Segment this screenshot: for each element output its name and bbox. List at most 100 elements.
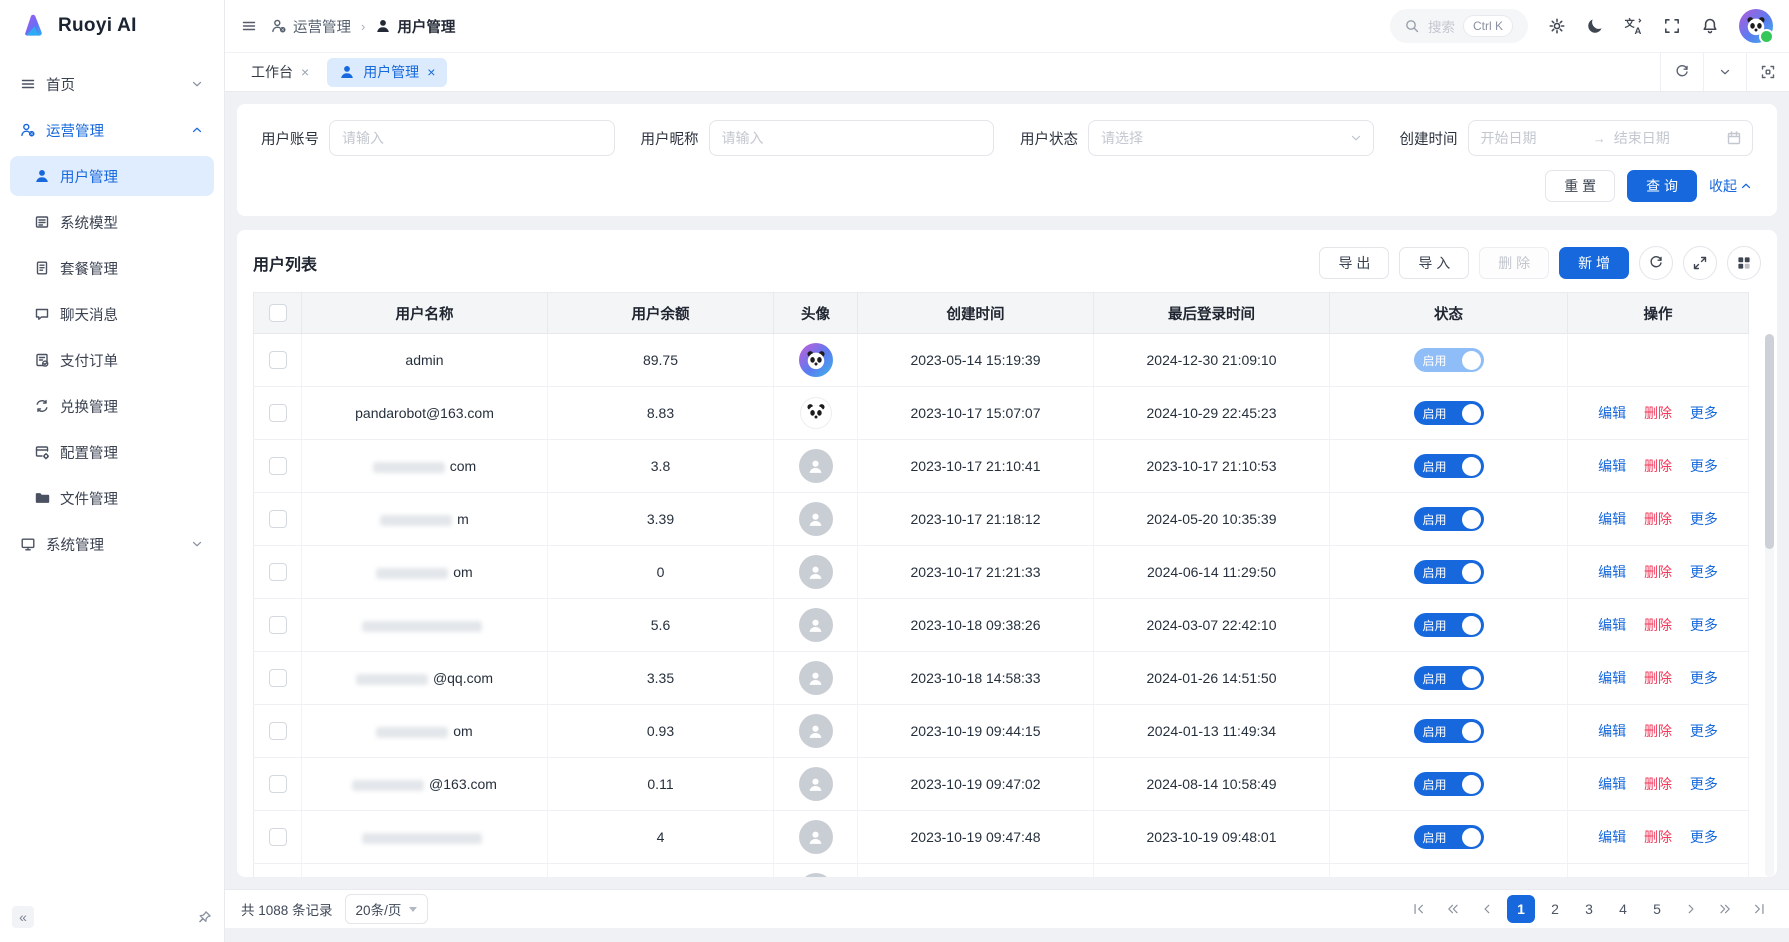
close-icon[interactable]: ×	[427, 64, 435, 80]
more-link[interactable]: 更多	[1690, 511, 1718, 527]
tab-workbench[interactable]: 工作台 ×	[239, 58, 321, 87]
status-toggle[interactable]: 启用	[1414, 772, 1484, 796]
edit-link[interactable]: 编辑	[1598, 776, 1626, 792]
table-scrollbar[interactable]	[1765, 334, 1774, 877]
more-link[interactable]: 更多	[1690, 723, 1718, 739]
edit-link[interactable]: 编辑	[1598, 564, 1626, 580]
more-link[interactable]: 更多	[1690, 829, 1718, 845]
status-toggle[interactable]: 启用	[1414, 401, 1484, 425]
pagination-page-5[interactable]: 5	[1643, 895, 1671, 923]
global-search[interactable]: 搜索 Ctrl K	[1390, 9, 1528, 43]
add-button[interactable]: 新 增	[1559, 247, 1629, 279]
sidebar-item-exchange-management[interactable]: 兑换管理	[10, 386, 214, 426]
delete-link[interactable]: 删除	[1644, 564, 1672, 580]
sidebar-collapse-button[interactable]: «	[12, 906, 34, 928]
status-toggle[interactable]: 启用	[1414, 507, 1484, 531]
status-toggle[interactable]: 启用	[1414, 560, 1484, 584]
sidebar-item-home[interactable]: 首页	[10, 64, 214, 104]
nickname-input[interactable]	[709, 120, 995, 156]
delete-link[interactable]: 删除	[1644, 723, 1672, 739]
tab-refresh-button[interactable]	[1660, 53, 1703, 91]
delete-link[interactable]: 删除	[1644, 776, 1672, 792]
row-checkbox[interactable]	[269, 404, 287, 422]
row-checkbox[interactable]	[269, 828, 287, 846]
sidebar-item-system-model[interactable]: 系统模型	[10, 202, 214, 242]
status-select[interactable]: 请选择	[1088, 120, 1374, 156]
language-icon[interactable]: 文A	[1624, 17, 1643, 36]
delete-button[interactable]: 删 除	[1479, 247, 1549, 279]
tab-menu-button[interactable]	[1703, 53, 1746, 91]
pin-icon[interactable]	[197, 910, 212, 925]
sidebar-item-chat-messages[interactable]: 聊天消息	[10, 294, 214, 334]
pagination-page-1[interactable]: 1	[1507, 895, 1535, 923]
status-toggle[interactable]: 启用	[1414, 666, 1484, 690]
delete-link[interactable]: 删除	[1644, 511, 1672, 527]
pagination-page-3[interactable]: 3	[1575, 895, 1603, 923]
expand-table-button[interactable]	[1683, 246, 1717, 280]
pagination-fwd5-button[interactable]	[1711, 895, 1739, 923]
more-link[interactable]: 更多	[1690, 405, 1718, 421]
more-link[interactable]: 更多	[1690, 564, 1718, 580]
more-link[interactable]: 更多	[1690, 458, 1718, 474]
more-link[interactable]: 更多	[1690, 670, 1718, 686]
reset-button[interactable]: 重 置	[1545, 170, 1615, 202]
notifications-icon[interactable]	[1701, 17, 1719, 35]
status-toggle[interactable]: 启用	[1414, 825, 1484, 849]
sidebar-item-config-management[interactable]: 配置管理	[10, 432, 214, 472]
edit-link[interactable]: 编辑	[1598, 458, 1626, 474]
theme-moon-icon[interactable]	[1586, 17, 1604, 35]
pagination-prev-button[interactable]	[1473, 895, 1501, 923]
tab-user-management[interactable]: 用户管理 ×	[327, 58, 447, 87]
pagination-first-button[interactable]	[1405, 895, 1433, 923]
pagination-next-button[interactable]	[1677, 895, 1705, 923]
delete-link[interactable]: 删除	[1644, 670, 1672, 686]
edit-link[interactable]: 编辑	[1598, 617, 1626, 633]
tab-fullscreen-button[interactable]	[1746, 53, 1789, 91]
brand[interactable]: Ruoyi AI	[0, 0, 224, 52]
edit-link[interactable]: 编辑	[1598, 405, 1626, 421]
pagination-back5-button[interactable]	[1439, 895, 1467, 923]
fullscreen-icon[interactable]	[1663, 17, 1681, 35]
row-checkbox[interactable]	[269, 351, 287, 369]
edit-link[interactable]: 编辑	[1598, 670, 1626, 686]
pagination-page-2[interactable]: 2	[1541, 895, 1569, 923]
sidebar-item-file-management[interactable]: 文件管理	[10, 478, 214, 518]
delete-link[interactable]: 删除	[1644, 617, 1672, 633]
page-size-select[interactable]: 20条/页	[345, 894, 429, 924]
pagination-last-button[interactable]	[1745, 895, 1773, 923]
scrollbar-thumb[interactable]	[1765, 334, 1774, 549]
more-link[interactable]: 更多	[1690, 776, 1718, 792]
export-button[interactable]: 导 出	[1319, 247, 1389, 279]
user-avatar[interactable]	[1739, 9, 1773, 43]
more-link[interactable]: 更多	[1690, 617, 1718, 633]
menu-toggle-icon[interactable]	[241, 18, 257, 34]
import-button[interactable]: 导 入	[1399, 247, 1469, 279]
row-checkbox[interactable]	[269, 775, 287, 793]
query-button[interactable]: 查 询	[1627, 170, 1697, 202]
breadcrumb-user-management[interactable]: 用户管理	[375, 16, 455, 37]
sidebar-item-system-management[interactable]: 系统管理	[10, 524, 214, 564]
close-icon[interactable]: ×	[301, 64, 309, 80]
sidebar-item-package-management[interactable]: 套餐管理	[10, 248, 214, 288]
column-settings-button[interactable]	[1727, 246, 1761, 280]
sidebar-item-operations[interactable]: 运营管理	[10, 110, 214, 150]
created-date-range[interactable]: 开始日期 → 结束日期	[1468, 120, 1754, 156]
sidebar-item-payment-orders[interactable]: 支付订单	[10, 340, 214, 380]
account-input[interactable]	[329, 120, 615, 156]
status-toggle[interactable]: 启用	[1414, 454, 1484, 478]
status-toggle[interactable]: 启用	[1414, 719, 1484, 743]
collapse-filters-link[interactable]: 收起	[1709, 176, 1753, 196]
row-checkbox[interactable]	[269, 722, 287, 740]
edit-link[interactable]: 编辑	[1598, 723, 1626, 739]
edit-link[interactable]: 编辑	[1598, 829, 1626, 845]
delete-link[interactable]: 删除	[1644, 458, 1672, 474]
row-checkbox[interactable]	[269, 510, 287, 528]
select-all-checkbox[interactable]	[269, 304, 287, 322]
breadcrumb-operations[interactable]: 运营管理	[271, 16, 351, 37]
row-checkbox[interactable]	[269, 563, 287, 581]
pagination-page-4[interactable]: 4	[1609, 895, 1637, 923]
status-toggle[interactable]: 启用	[1414, 348, 1484, 372]
settings-icon[interactable]	[1548, 17, 1566, 35]
row-checkbox[interactable]	[269, 669, 287, 687]
delete-link[interactable]: 删除	[1644, 829, 1672, 845]
